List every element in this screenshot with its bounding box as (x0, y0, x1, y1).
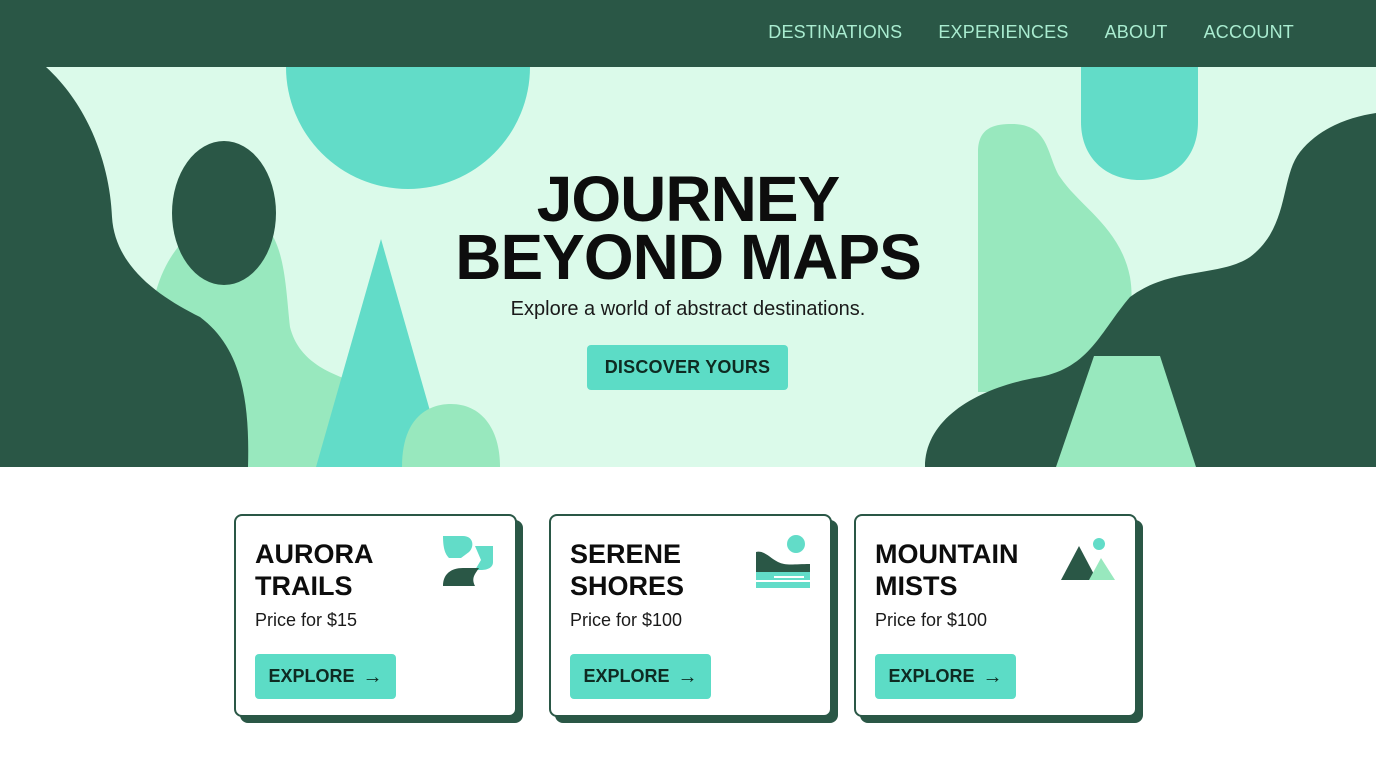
hero-banner: JOURNEY BEYOND MAPS Explore a world of a… (0, 67, 1376, 467)
discover-button[interactable]: DISCOVER YOURS (587, 345, 788, 390)
destination-card-aurora: AURORA TRAILS Price for $15 EXPLORE → (234, 514, 517, 717)
card-title-line-1: MOUNTAIN (875, 539, 1019, 569)
card-price: Price for $15 (255, 610, 358, 630)
card-price: Price for $100 (875, 610, 988, 630)
card-title: MOUNTAIN MISTS (875, 538, 1045, 602)
arrow-right-icon: → (362, 665, 383, 688)
mountain-icon (1061, 538, 1115, 580)
card-title-line-1: AURORA (255, 539, 374, 569)
explore-button-label: EXPLORE (888, 666, 975, 686)
card-title: SERENE SHORES (570, 538, 740, 602)
arrow-right-icon: → (982, 665, 1003, 688)
explore-button[interactable]: EXPLORE → (570, 654, 711, 699)
card-title-line-2: MISTS (875, 571, 958, 601)
hero-title-line-1: JOURNEY (536, 163, 840, 235)
arrow-right-icon: → (677, 665, 698, 688)
explore-button[interactable]: EXPLORE → (255, 654, 396, 699)
nav-account[interactable]: ACCOUNT (1204, 22, 1294, 43)
destination-card-shores: SERENE SHORES Price for $100 EXPLORE → (549, 514, 832, 717)
nav-about[interactable]: ABOUT (1105, 22, 1168, 43)
nav-destinations[interactable]: DESTINATIONS (768, 22, 902, 43)
card-title-line-2: TRAILS (255, 571, 353, 601)
card-title-line-2: SHORES (570, 571, 685, 601)
explore-button-label: EXPLORE (268, 666, 355, 686)
aurora-icon (443, 536, 493, 586)
card-title-line-1: SERENE (570, 539, 682, 569)
hero-title: JOURNEY BEYOND MAPS (0, 163, 1376, 293)
hero-title-line-2: BEYOND MAPS (455, 221, 922, 293)
explore-button[interactable]: EXPLORE → (875, 654, 1016, 699)
top-navigation-bar: DESTINATIONS EXPERIENCES ABOUT ACCOUNT (0, 0, 1376, 68)
main-nav: DESTINATIONS EXPERIENCES ABOUT ACCOUNT (768, 22, 1294, 43)
nav-experiences[interactable]: EXPERIENCES (938, 22, 1068, 43)
shore-icon (756, 535, 810, 588)
card-price: Price for $100 (570, 610, 683, 630)
explore-button-label: EXPLORE (583, 666, 670, 686)
destination-card-mountain: MOUNTAIN MISTS Price for $100 EXPLORE → (854, 514, 1137, 717)
card-title: AURORA TRAILS (255, 538, 425, 602)
hero-subtitle: Explore a world of abstract destinations… (510, 298, 866, 320)
